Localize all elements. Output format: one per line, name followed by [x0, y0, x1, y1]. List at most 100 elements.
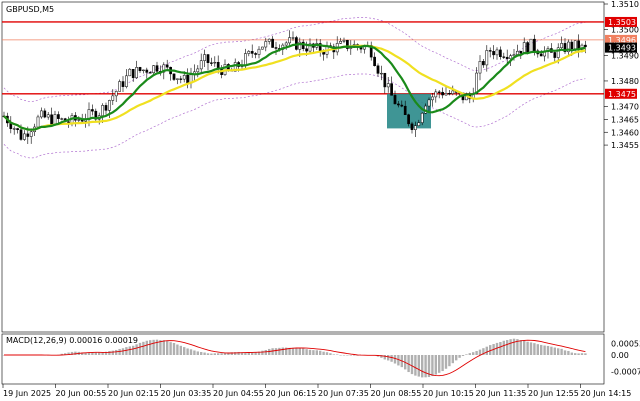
macd-histogram-bar [390, 355, 393, 362]
macd-histogram-bar [465, 354, 468, 355]
candle-body [437, 91, 441, 93]
candle-body [26, 133, 30, 137]
macd-histogram-bar [322, 351, 325, 355]
macd-histogram-bar [421, 355, 424, 378]
candle-body [288, 37, 291, 44]
candle-body [339, 41, 342, 44]
macd-histogram-bar [200, 352, 203, 355]
macd-histogram-bar [461, 355, 465, 356]
macd-histogram-bar [121, 348, 125, 355]
candle-body [148, 72, 152, 74]
macd-histogram-bar [125, 347, 128, 355]
macd-histogram-bar [196, 351, 199, 355]
candle-body [488, 50, 492, 52]
candle-body [199, 60, 203, 70]
candle-body [526, 42, 529, 53]
candle-body [135, 67, 138, 79]
macd-histogram-bar [553, 347, 556, 355]
macd-histogram-bar [261, 350, 264, 355]
macd-histogram-bar [179, 345, 182, 355]
macd-histogram-bar [444, 355, 448, 369]
macd-histogram-bar [557, 348, 560, 355]
candle-body [203, 54, 206, 61]
candle-body [560, 43, 563, 49]
macd-histogram-bar [281, 347, 284, 355]
time-tick-label: 20 Jun 10:15 [423, 389, 474, 398]
macd-histogram-bar [169, 342, 172, 355]
candle-body [431, 96, 434, 101]
price-chart[interactable]: GBPUSD,M5 1.3510 1.3500 1.3490 1.3480 1.3470… [0, 0, 640, 401]
candle-body [36, 116, 40, 128]
macd-histogram-bar [434, 355, 437, 375]
candle-body [121, 81, 125, 87]
macd-histogram-bar [166, 340, 169, 355]
macd-histogram-bar [353, 355, 356, 356]
time-tick-label: 20 Jun 12:55 [528, 389, 579, 398]
time-tick-label: 20 Jun 07:35 [318, 389, 369, 398]
candle-body [380, 72, 383, 75]
macd-histogram-bar [410, 355, 414, 375]
macd-histogram-bar [325, 352, 329, 355]
macd-histogram-bar [529, 342, 533, 355]
macd-histogram-bar [189, 349, 193, 355]
candle-body [383, 72, 387, 88]
macd-histogram-bar [271, 348, 274, 355]
candle-body [584, 44, 587, 48]
macd-histogram-bar [152, 339, 155, 355]
candle-body [441, 91, 444, 96]
macd-histogram-bar [135, 344, 138, 355]
candle-body [128, 69, 132, 77]
candle-body [553, 52, 557, 58]
time-tick-label: 20 Jun 14:15 [581, 389, 632, 398]
macd-histogram-bar [468, 353, 471, 355]
candle-body [108, 100, 111, 111]
candle-body [407, 114, 410, 125]
candle-body [397, 103, 400, 106]
candle-body [573, 40, 577, 50]
macd-histogram-bar [526, 341, 529, 355]
candle-body [261, 46, 264, 50]
candle-body [23, 133, 26, 140]
candle-body [138, 67, 142, 72]
candle-body [522, 42, 526, 54]
macd-histogram-bar [414, 355, 417, 376]
candle-body [50, 114, 53, 125]
price-tick-label: 1.3465 [611, 115, 639, 124]
candle-body [101, 105, 104, 116]
candle-body [414, 125, 417, 130]
macd-histogram-bar [543, 345, 546, 355]
macd-histogram-bar [451, 355, 454, 364]
time-tick-label: 20 Jun 04:55 [213, 389, 264, 398]
macd-histogram-bar [346, 355, 349, 356]
candle-body [485, 50, 489, 66]
time-tick-label: 20 Jun 02:15 [108, 389, 159, 398]
macd-histogram-bar [509, 339, 512, 355]
candle-body [271, 38, 274, 48]
candle-body [373, 56, 376, 67]
candle-body [131, 69, 135, 79]
candle-body [451, 90, 455, 94]
candle-body [267, 38, 271, 42]
candle-body [342, 40, 346, 42]
candle-body [393, 95, 397, 105]
macd-histogram-bar [577, 353, 580, 355]
candle-body [46, 114, 50, 118]
macd-histogram-bar [206, 353, 210, 355]
candle-body [400, 104, 404, 107]
candle-body [152, 65, 155, 73]
candle-body [410, 123, 414, 130]
candle-body [284, 42, 288, 46]
macd-histogram-bar [138, 342, 142, 355]
candle-body [499, 49, 502, 57]
candle-body [434, 91, 438, 98]
candle-body [403, 105, 407, 115]
macd-histogram-bar [424, 355, 427, 378]
macd-histogram-bar [145, 340, 148, 355]
macd-histogram-bar [305, 349, 308, 355]
candle-body [145, 69, 149, 73]
candle-body [57, 114, 60, 119]
candle-body [444, 93, 448, 96]
macd-histogram-bar [94, 352, 97, 355]
macd-histogram-bar [455, 355, 458, 361]
candle-body [16, 128, 19, 130]
